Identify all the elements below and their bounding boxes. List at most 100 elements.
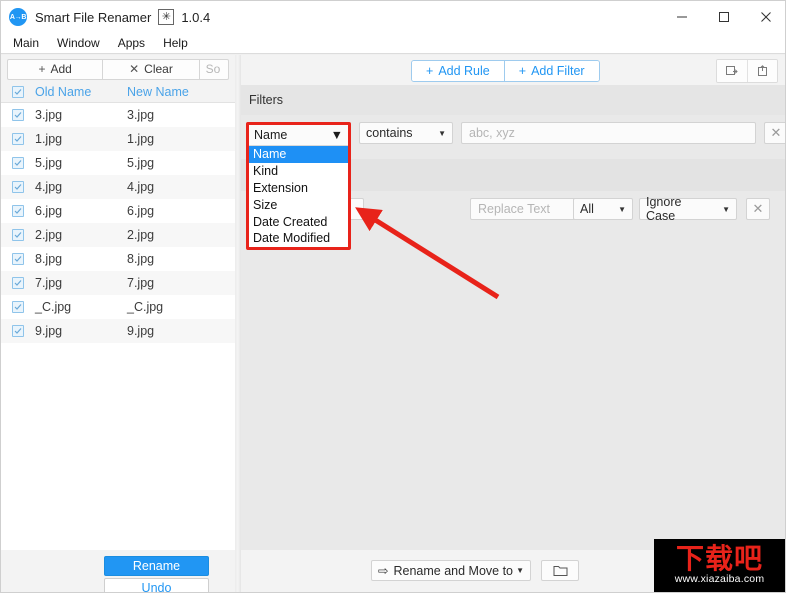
file-new-name: 5.jpg xyxy=(127,156,155,170)
filter-value-input[interactable]: abc, xyz xyxy=(461,122,756,144)
file-row[interactable]: 8.jpg 8.jpg xyxy=(1,247,235,271)
rule-case-label: Ignore Case xyxy=(646,195,682,223)
chevron-down-icon: ▼ xyxy=(618,204,626,214)
file-row[interactable]: 2.jpg 2.jpg xyxy=(1,223,235,247)
window-title-group: Smart File Renamer ✳ 1.0.4 xyxy=(35,9,210,25)
file-row-checkbox[interactable] xyxy=(1,301,35,313)
chevron-down-icon: ▼ xyxy=(516,566,524,575)
filter-field-option[interactable]: Extension xyxy=(249,180,348,197)
window-controls xyxy=(661,1,785,33)
filter-field-dropdown[interactable]: Name ▼ Name Kind Extension Size Date Created… xyxy=(246,122,351,250)
file-row-checkbox[interactable] xyxy=(1,325,35,337)
file-row-checkbox[interactable] xyxy=(1,205,35,217)
plus-icon: + xyxy=(426,64,434,78)
filter-operator-label: contains xyxy=(366,126,413,140)
close-button[interactable] xyxy=(745,1,785,33)
application-window: A→B Smart File Renamer ✳ 1.0.4 Main Wind… xyxy=(0,0,786,593)
filter-field-selected[interactable]: Name ▼ xyxy=(249,125,348,146)
column-header-new-name[interactable]: New Name xyxy=(127,85,235,99)
file-row[interactable]: 1.jpg 1.jpg xyxy=(1,127,235,151)
add-filter-button[interactable]: + Add Filter xyxy=(503,61,599,81)
add-filter-label: Add Filter xyxy=(531,64,585,78)
select-all-checkbox[interactable] xyxy=(1,85,35,98)
minimize-button[interactable] xyxy=(661,1,703,33)
maximize-button[interactable] xyxy=(703,1,745,33)
filter-row: Name ▼ Name Kind Extension Size Date Created… xyxy=(241,115,785,250)
rules-toolbar: + Add Rule + Add Filter xyxy=(241,55,785,85)
file-new-name: 9.jpg xyxy=(127,324,155,338)
filter-field-option[interactable]: Name xyxy=(249,146,348,163)
menu-item-main[interactable]: Main xyxy=(4,33,48,53)
folder-icon xyxy=(553,566,567,576)
clear-files-button[interactable]: ✕ Clear xyxy=(103,58,200,80)
menu-bar: Main Window Apps Help xyxy=(1,33,785,54)
app-logo-icon: A→B xyxy=(9,8,27,26)
file-row-checkbox[interactable] xyxy=(1,277,35,289)
file-list[interactable]: 3.jpg 3.jpg 1.jpg 1.jpg 5.jpg 5.jpg 4.jpg 4.jpg… xyxy=(1,103,235,550)
checkbox-checked-icon xyxy=(12,133,24,145)
file-old-name: 9.jpg xyxy=(35,324,63,338)
file-old-name: 8.jpg xyxy=(35,252,63,266)
rule-case-dropdown[interactable]: Ignore Case ▼ xyxy=(639,195,737,223)
import-preset-icon[interactable] xyxy=(747,60,777,82)
menu-item-window[interactable]: Window xyxy=(48,33,109,53)
undo-button[interactable]: Undo xyxy=(104,578,209,592)
rename-button[interactable]: Rename xyxy=(104,556,209,576)
watermark-text: 下载吧 xyxy=(675,541,763,575)
export-preset-icon[interactable] xyxy=(717,60,747,82)
filter-field-options[interactable]: Name Kind Extension Size Date Created Date Mo… xyxy=(249,146,348,247)
file-row-checkbox[interactable] xyxy=(1,253,35,265)
file-row[interactable]: _C.jpg _C.jpg xyxy=(1,295,235,319)
sort-files-button[interactable]: So xyxy=(199,58,229,80)
title-bar: A→B Smart File Renamer ✳ 1.0.4 xyxy=(1,1,785,33)
checkbox-checked-icon xyxy=(12,205,24,217)
file-row-checkbox[interactable] xyxy=(1,109,35,121)
filter-field-option[interactable]: Date Modified xyxy=(249,230,348,247)
rule-scope-dropdown[interactable]: All ▼ xyxy=(573,198,633,220)
app-version: 1.0.4 xyxy=(181,9,211,25)
add-rule-button[interactable]: + Add Rule xyxy=(412,61,504,81)
file-row[interactable]: 3.jpg 3.jpg xyxy=(1,103,235,127)
file-row[interactable]: 5.jpg 5.jpg xyxy=(1,151,235,175)
file-new-name: 1.jpg xyxy=(127,132,155,146)
rename-mode-dropdown[interactable]: ⇨ Rename and Move to ▼ xyxy=(371,560,531,581)
file-row[interactable]: 9.jpg 9.jpg xyxy=(1,319,235,343)
file-new-name: 2.jpg xyxy=(127,228,155,242)
rule-scope-label: All xyxy=(580,202,594,216)
checkbox-checked-icon xyxy=(12,301,24,313)
menu-item-help[interactable]: Help xyxy=(154,33,197,53)
add-buttons-group: + Add Rule + Add Filter xyxy=(411,60,600,82)
file-row[interactable]: 6.jpg 6.jpg xyxy=(1,199,235,223)
chevron-down-icon: ▼ xyxy=(722,204,730,214)
filter-field-option[interactable]: Size xyxy=(249,196,348,213)
arrow-right-icon: ⇨ xyxy=(378,564,389,578)
menu-item-apps[interactable]: Apps xyxy=(109,33,154,53)
column-header-old-name[interactable]: Old Name xyxy=(35,85,127,99)
file-list-panel: + Add ✕ Clear So Old Name New Name 3.jpg… xyxy=(1,55,235,592)
filter-remove-button[interactable]: ✕ xyxy=(764,122,785,144)
filters-section-header: Filters xyxy=(241,85,785,115)
file-row[interactable]: 4.jpg 4.jpg xyxy=(1,175,235,199)
checkbox-checked-icon xyxy=(12,325,24,337)
file-row[interactable]: 7.jpg 7.jpg xyxy=(1,271,235,295)
file-row-checkbox[interactable] xyxy=(1,229,35,241)
file-new-name: 7.jpg xyxy=(127,276,155,290)
rules-panel: + Add Rule + Add Filter Filters Name ▼ N… xyxy=(241,55,785,592)
add-files-button[interactable]: + Add xyxy=(7,58,104,80)
checkbox-checked-icon xyxy=(12,253,24,265)
chevron-down-icon: ▼ xyxy=(330,128,343,142)
plus-icon: + xyxy=(518,64,527,78)
rule-remove-button[interactable]: ✕ xyxy=(746,198,770,220)
file-row-checkbox[interactable] xyxy=(1,181,35,193)
file-new-name: 8.jpg xyxy=(127,252,155,266)
checkbox-checked-icon xyxy=(12,157,24,169)
file-row-checkbox[interactable] xyxy=(1,133,35,145)
replace-text-input[interactable]: Replace Text xyxy=(470,198,588,220)
browse-folder-button[interactable] xyxy=(541,560,579,581)
sort-files-label: So xyxy=(205,62,221,76)
file-row-checkbox[interactable] xyxy=(1,157,35,169)
filter-operator-dropdown[interactable]: contains ▼ xyxy=(359,122,453,144)
asterisk-icon: ✳ xyxy=(158,9,175,25)
filter-field-option[interactable]: Date Created xyxy=(249,213,348,230)
filter-field-option[interactable]: Kind xyxy=(249,163,348,180)
